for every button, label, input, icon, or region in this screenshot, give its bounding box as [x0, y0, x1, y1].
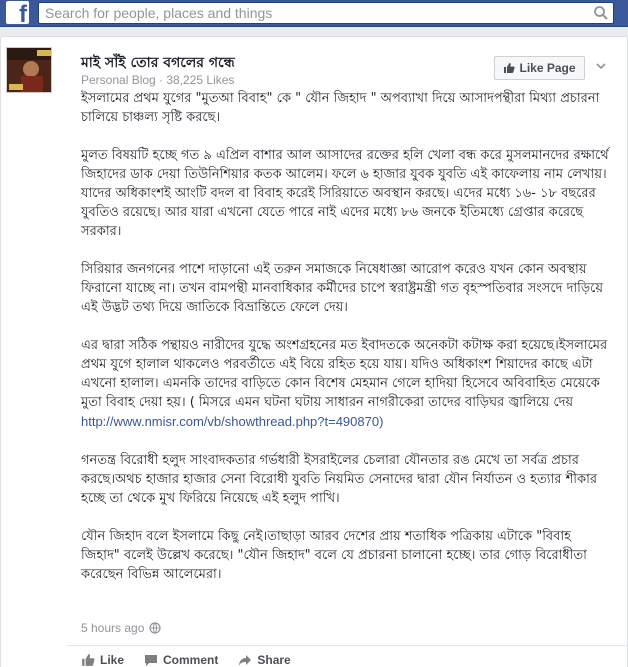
post-paragraph: এর দ্বারা সঠিক পন্থায়ও নারীদের যুদ্ধে অ…: [81, 338, 608, 410]
post-paragraph: যৌন জিহাদ বলে ইসলামে কিছু নেই।তাছাড়া আর…: [81, 529, 587, 582]
comment-icon: [145, 655, 158, 666]
share-button[interactable]: Share: [238, 653, 291, 667]
post-timestamp[interactable]: 5 hours ago: [81, 621, 161, 635]
post-paragraph: গনতন্ত্র বিরোধী হলুদ সাংবাদকতার গর্ভধারী…: [81, 453, 598, 506]
like-page-label: Like Page: [519, 61, 576, 75]
post-paragraph: সিরিয়ার জনগনের পাশে দাড়ানো এই তরুন সমা…: [81, 262, 604, 315]
like-label: Like: [100, 653, 125, 667]
like-page-button[interactable]: Like Page: [494, 56, 585, 80]
thumbs-up-icon: [504, 63, 516, 73]
search-input[interactable]: [39, 3, 579, 23]
facebook-logo[interactable]: f: [6, 1, 29, 27]
share-label: Share: [257, 653, 291, 667]
post-link[interactable]: http://www.nmisr.com/vb/showthread.php?t…: [81, 414, 383, 429]
thumbs-up-icon: [82, 654, 95, 666]
comment-label: Comment: [163, 653, 219, 667]
like-button[interactable]: Like: [81, 653, 124, 667]
timestamp-text[interactable]: 5 hours ago: [81, 621, 144, 635]
post-card: মাই সাঁই তোর বগলের গন্ধে Personal Blog ·…: [0, 36, 628, 667]
post-paragraph: মুলত বিষয়টি হচ্ছে গত ৯ এপ্রিল বাশার আল …: [81, 148, 609, 239]
top-bar: f: [0, 0, 628, 27]
avatar[interactable]: [6, 47, 52, 93]
post-actions: Like Comment Share: [81, 653, 291, 667]
post-body: ইসলামের প্রথম যুগের "মুতআ বিবাহ" কে " যৌ…: [81, 89, 611, 603]
page-name[interactable]: মাই সাঁই তোর বগলের গন্ধে: [81, 51, 235, 75]
search-box: [38, 2, 614, 24]
globe-icon: [149, 622, 161, 634]
chevron-down-icon[interactable]: [594, 59, 608, 73]
page-meta: Personal Blog · 38,225 Likes: [81, 73, 235, 87]
search-icon[interactable]: [593, 5, 609, 21]
post-paragraph-with-link: এর দ্বারা সঠিক পন্থায়ও নারীদের যুদ্ধে অ…: [81, 336, 611, 432]
post-paragraph: ইসলামের প্রথম যুগের "মুতআ বিবাহ" কে " যৌ…: [81, 91, 600, 125]
comment-button[interactable]: Comment: [144, 653, 218, 667]
share-icon: [239, 655, 252, 666]
divider: [67, 645, 627, 646]
